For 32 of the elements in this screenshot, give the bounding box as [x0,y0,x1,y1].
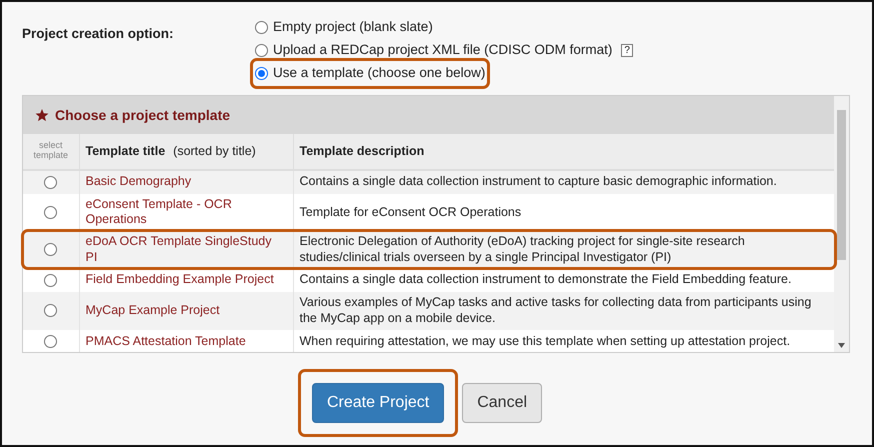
radio-button[interactable] [255,44,268,57]
template-title-link[interactable]: MyCap Example Project [79,292,293,330]
radio-button[interactable] [255,21,268,34]
radio-button[interactable] [44,274,58,287]
table-cell: Electronic Delegation of Authority (eDoA) tracking project for single-site research studies/clinical trials overseen by a single Principal Investigator (PI) [293,231,834,268]
scrollbar[interactable] [834,96,849,352]
table-cell: Various examples of MyCap tasks and active tasks for collecting data from participants using the MyCap app on a mobile device. [293,292,834,330]
option-label[interactable]: Use a template (choose one below) [273,63,486,84]
radio-button[interactable] [44,243,58,256]
template-title-link[interactable]: Basic Demography [79,170,293,194]
cancel-button[interactable]: Cancel [462,383,542,423]
template-title-link[interactable]: PMACS Attestation Template [79,330,293,352]
sort-note: (sorted by title) [173,144,256,158]
radio-button[interactable] [44,176,58,189]
create-project-button[interactable]: Create Project [312,383,444,423]
column-header: Template title [86,144,166,158]
column-header: select template [23,134,79,170]
table-cell: Contains a single data collection instrument to capture basic demographic information. [293,170,834,194]
help-icon[interactable]: ? [621,44,633,57]
radio-button[interactable] [44,304,58,318]
template-title-link[interactable]: eConsent Template - OCR Operations [79,194,293,231]
option-label[interactable]: Upload a REDCap project XML file (CDISC ODM format) [273,40,612,61]
column-header: Template description [293,134,834,170]
template-title-link[interactable]: eDoA OCR Template SingleStudy PI [79,231,293,268]
radio-button[interactable] [44,335,58,348]
field-label: Project creation option: [22,25,175,43]
star-icon [35,108,49,122]
scroll-down-arrow-icon[interactable] [838,343,845,348]
panel-title: Choose a project template [55,106,230,125]
option-label[interactable]: Empty project (blank slate) [273,17,433,38]
radio-button[interactable] [255,67,268,80]
radio-button[interactable] [44,206,58,219]
